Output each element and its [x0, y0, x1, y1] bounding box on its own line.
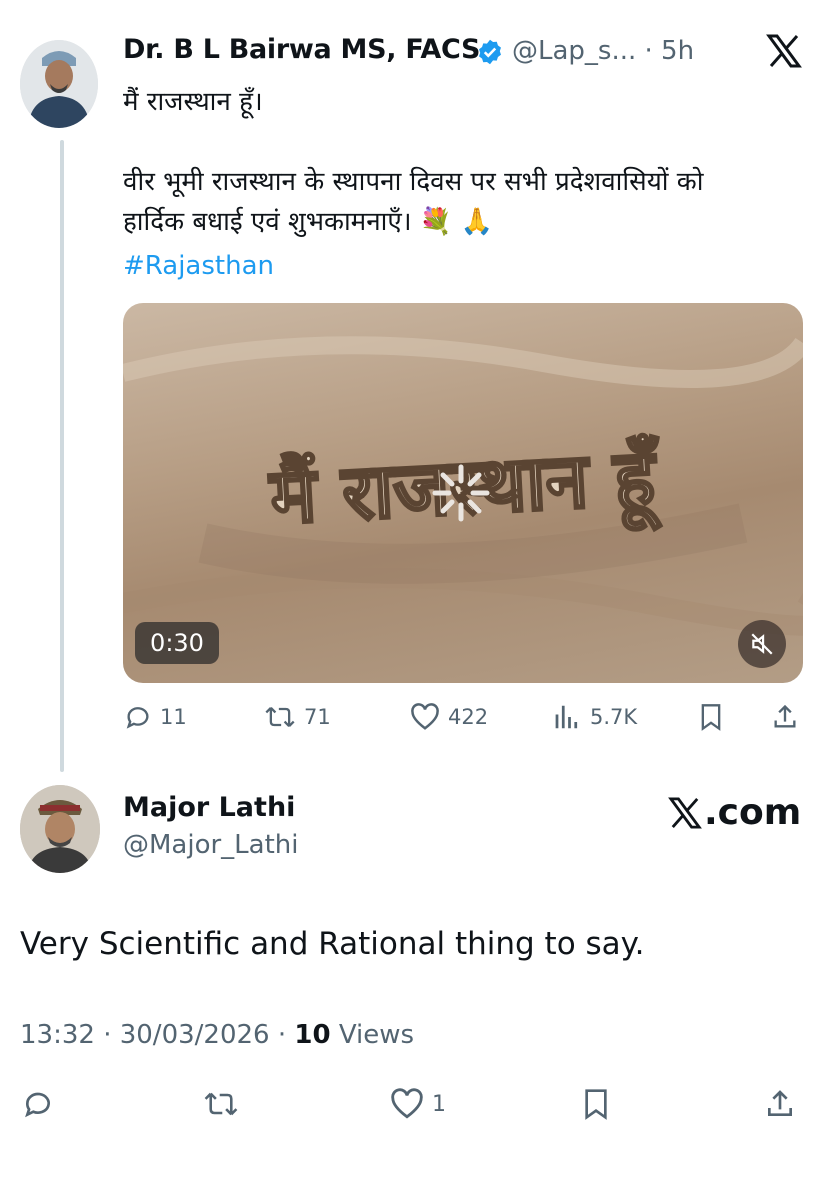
reply-count: 11 — [160, 705, 187, 729]
bookmark-icon — [585, 1089, 607, 1120]
tweet-text-line: वीर भूमी राजस्थान के स्थापना दिवस पर सभी… — [123, 167, 704, 197]
mute-button[interactable] — [738, 620, 786, 668]
tweet-meta: 13:32 · 30/03/2026 · 10 Views — [20, 1020, 414, 1050]
repost-icon — [204, 1092, 238, 1116]
speaker-muted-icon — [751, 633, 773, 655]
reply-button[interactable]: 11 — [124, 703, 187, 731]
share-icon — [774, 704, 796, 728]
like-button[interactable]: 422 — [410, 703, 488, 731]
share-button[interactable] — [764, 1088, 796, 1120]
verified-badge-icon — [476, 38, 504, 66]
views-button[interactable]: 5.7K — [552, 703, 637, 731]
author-name[interactable]: Dr. B L Bairwa MS, FACS — [123, 34, 480, 65]
like-button[interactable]: 1 — [390, 1088, 446, 1120]
view-count: 5.7K — [590, 705, 638, 729]
tweet-text-line: हार्दिक बधाई एवं शुभकामनाएँ। 💐 🙏 — [123, 207, 493, 237]
like-count: 422 — [448, 705, 489, 729]
reply-icon — [25, 1092, 50, 1118]
views-label: Views — [330, 1020, 415, 1050]
author-avatar[interactable] — [20, 40, 98, 128]
video-player[interactable]: मैं राजस्थान हूँ — [123, 303, 803, 683]
share-icon — [768, 1090, 792, 1116]
view-count: 10 — [294, 1020, 331, 1050]
share-button[interactable] — [771, 703, 799, 731]
author-handle[interactable]: @Major_Lathi — [123, 830, 299, 860]
author-name[interactable]: Major Lathi — [123, 792, 295, 823]
reply-icon — [126, 707, 149, 729]
tweet-text-line: मैं राजस्थान हूँ। — [123, 87, 263, 117]
tweet-text: Very Scientific and Rational thing to sa… — [20, 926, 645, 962]
x-com-watermark: .com — [668, 792, 801, 833]
author-handle-time[interactable]: @Lap_s... · 5h — [512, 36, 694, 66]
repost-button[interactable]: 71 — [264, 703, 331, 731]
bookmark-icon — [701, 704, 721, 731]
x-logo-icon — [766, 34, 802, 68]
author-avatar[interactable] — [20, 785, 100, 873]
video-duration: 0:30 — [135, 622, 219, 664]
hashtag-link[interactable]: #Rajasthan — [123, 246, 274, 286]
repost-button[interactable] — [203, 1088, 239, 1120]
like-count: 1 — [432, 1091, 446, 1117]
views-icon — [555, 705, 578, 729]
repost-icon — [265, 707, 295, 727]
heart-icon — [411, 703, 439, 730]
x-logo-icon — [668, 796, 702, 829]
reply-button[interactable] — [22, 1088, 54, 1120]
repost-count: 71 — [304, 705, 331, 729]
bookmark-button[interactable] — [580, 1088, 612, 1120]
watermark-text: .com — [704, 792, 802, 833]
thread-line — [60, 140, 64, 772]
bookmark-button[interactable] — [697, 703, 725, 731]
heart-icon — [391, 1088, 423, 1119]
tweet-timestamp[interactable]: 13:32 · 30/03/2026 · — [20, 1020, 294, 1050]
